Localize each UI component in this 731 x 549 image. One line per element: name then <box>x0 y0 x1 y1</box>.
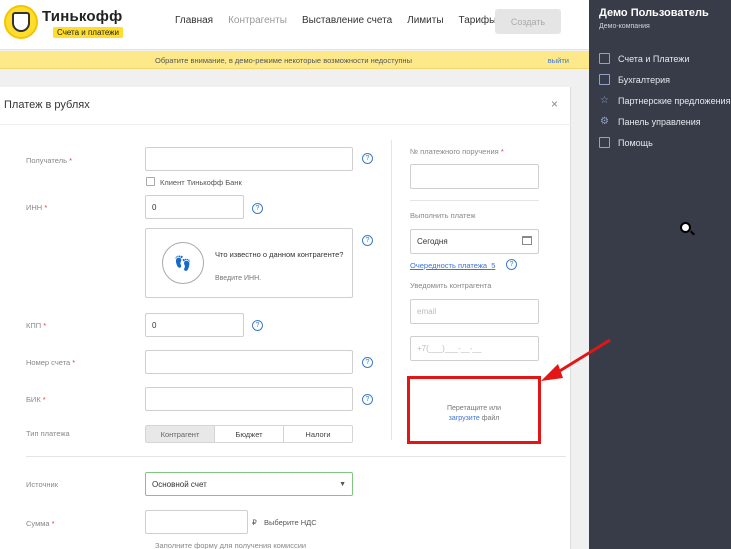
screen: Тинькофф Счета и платежи Главная Контраг… <box>0 0 731 549</box>
arrow-head <box>541 364 563 381</box>
zoom-cursor-icon <box>680 222 691 233</box>
arrow-shaft <box>557 338 611 374</box>
annotation-arrow <box>541 338 611 381</box>
